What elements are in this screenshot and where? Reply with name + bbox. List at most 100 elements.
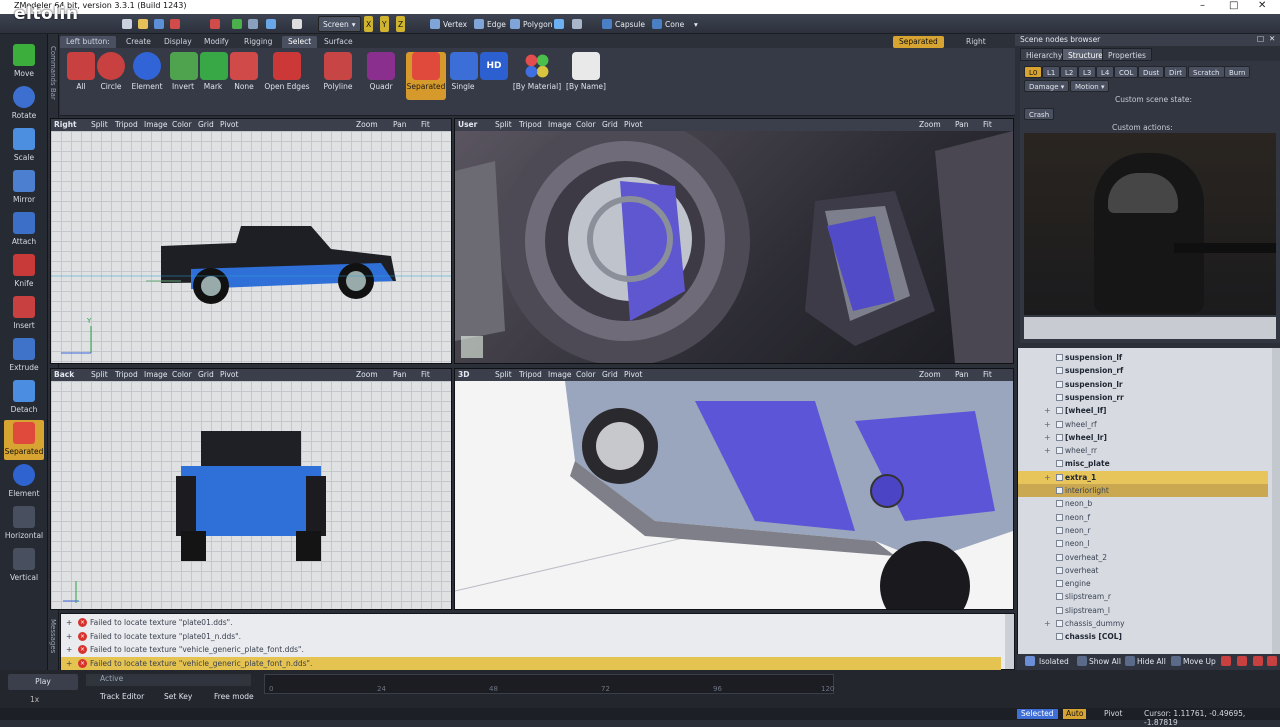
scratch-button[interactable]: Scratch bbox=[1188, 66, 1225, 78]
tree-node[interactable]: + wheel_rf bbox=[1018, 418, 1268, 431]
tab-surface[interactable]: Surface bbox=[318, 36, 359, 48]
dirt-button[interactable]: Dirt bbox=[1164, 66, 1187, 78]
fit-button[interactable]: Fit bbox=[421, 120, 430, 129]
maximize-icon[interactable]: □ bbox=[1229, 0, 1238, 11]
track-editor-button[interactable]: Track Editor bbox=[86, 692, 144, 701]
hd-button[interactable]: HD bbox=[480, 52, 508, 100]
hide-all-icon[interactable] bbox=[1125, 656, 1135, 666]
motion-dropdown[interactable]: Motion ▾ bbox=[1070, 80, 1110, 92]
tree-node[interactable]: misc_plate bbox=[1018, 457, 1268, 470]
menu-split[interactable]: Split bbox=[495, 120, 512, 129]
burn-button[interactable]: Burn bbox=[1224, 66, 1251, 78]
visibility-checkbox[interactable] bbox=[1056, 433, 1063, 441]
lod-l2-button[interactable]: L2 bbox=[1060, 66, 1079, 78]
tree-node[interactable]: + [wheel_lf] bbox=[1018, 404, 1268, 417]
visibility-checkbox[interactable] bbox=[1056, 487, 1063, 494]
menu-grid[interactable]: Grid bbox=[602, 120, 618, 129]
active-field[interactable]: Active bbox=[86, 674, 251, 686]
knife-tool[interactable]: Knife bbox=[4, 252, 44, 292]
lod-l3-button[interactable]: L3 bbox=[1078, 66, 1097, 78]
tree-node[interactable]: + extra_1 bbox=[1018, 470, 1268, 484]
visibility-checkbox[interactable] bbox=[1056, 407, 1063, 415]
menu-split[interactable]: Split bbox=[91, 370, 108, 379]
expand-icon[interactable]: + bbox=[1044, 444, 1051, 457]
select-none-button[interactable]: None bbox=[230, 52, 258, 100]
tree-node[interactable]: slipstream_l bbox=[1018, 604, 1268, 617]
selected-mode[interactable]: Selected bbox=[1017, 709, 1058, 719]
menu-pivot[interactable]: Pivot bbox=[624, 120, 642, 129]
cone-button[interactable]: Cone bbox=[648, 16, 688, 32]
tool-icon[interactable] bbox=[262, 16, 280, 32]
visibility-checkbox[interactable] bbox=[1056, 500, 1063, 508]
menu-image[interactable]: Image bbox=[144, 370, 168, 379]
visibility-checkbox[interactable] bbox=[1056, 367, 1063, 375]
tree-node[interactable]: overheat bbox=[1018, 564, 1268, 577]
menu-split[interactable]: Split bbox=[495, 370, 512, 379]
speed-dropdown[interactable]: 1x bbox=[30, 695, 39, 704]
fit-button[interactable]: Fit bbox=[983, 120, 992, 129]
tree-action-icon[interactable] bbox=[1237, 656, 1247, 666]
dropdown-arrow-icon[interactable]: ▾ bbox=[690, 16, 702, 32]
close-icon[interactable]: ✕ bbox=[1258, 0, 1266, 11]
menu-tripod[interactable]: Tripod bbox=[519, 370, 542, 379]
menu-tripod[interactable]: Tripod bbox=[115, 370, 138, 379]
tree-node[interactable]: interiorlight bbox=[1018, 484, 1268, 497]
settings-icon[interactable] bbox=[244, 16, 262, 32]
tree-action-icon[interactable] bbox=[1221, 656, 1231, 666]
tree-node[interactable]: + wheel_rr bbox=[1018, 444, 1268, 457]
tree-action-icon[interactable] bbox=[1267, 656, 1277, 666]
lod-l4-button[interactable]: L4 bbox=[1096, 66, 1115, 78]
select-invert-button[interactable]: Invert bbox=[170, 52, 198, 100]
menu-split[interactable]: Split bbox=[91, 120, 108, 129]
visibility-checkbox[interactable] bbox=[1056, 540, 1063, 548]
separated-tool[interactable]: Separated bbox=[4, 420, 44, 460]
select-polyline-button[interactable]: Polyline bbox=[320, 52, 356, 100]
fit-button[interactable]: Fit bbox=[421, 370, 430, 379]
select-mark-button[interactable]: Mark bbox=[200, 52, 228, 100]
viewport-canvas[interactable]: Y bbox=[51, 131, 451, 363]
log-entry[interactable]: + × Failed to locate texture "plate01.dds"… bbox=[61, 616, 1001, 629]
visibility-checkbox[interactable] bbox=[1056, 593, 1063, 601]
menu-tripod[interactable]: Tripod bbox=[115, 120, 138, 129]
mesh-mode-icon[interactable] bbox=[568, 16, 586, 32]
select-circle-button[interactable]: Circle bbox=[97, 52, 125, 100]
tree-node[interactable]: neon_l bbox=[1018, 537, 1268, 550]
axis-y-toggle[interactable]: Y bbox=[380, 16, 389, 32]
hide-all-button[interactable]: Hide All bbox=[1137, 657, 1166, 666]
viewport-user[interactable]: User Split Tripod Image Color Grid Pivot… bbox=[454, 118, 1014, 364]
screen-dropdown[interactable]: Screen ▾ bbox=[318, 16, 361, 32]
isolated-button[interactable]: Isolated bbox=[1039, 657, 1069, 666]
tree-action-icon[interactable] bbox=[1253, 656, 1263, 666]
zoom-button[interactable]: Zoom bbox=[356, 120, 378, 129]
insert-tool[interactable]: Insert bbox=[4, 294, 44, 334]
panel-pin-icon[interactable]: □ bbox=[1257, 34, 1264, 43]
visibility-checkbox[interactable] bbox=[1056, 606, 1063, 614]
expand-icon[interactable]: + bbox=[66, 616, 72, 629]
element-tool[interactable]: Element bbox=[4, 462, 44, 502]
expand-icon[interactable]: + bbox=[66, 657, 72, 670]
select-open-edges-button[interactable]: Open Edges bbox=[262, 52, 312, 100]
auto-toggle[interactable]: Auto bbox=[1063, 709, 1087, 719]
menu-pivot[interactable]: Pivot bbox=[220, 120, 238, 129]
panel-close-icon[interactable]: ✕ bbox=[1269, 34, 1275, 43]
horizontal-tool[interactable]: Horizontal bbox=[4, 504, 44, 544]
pan-button[interactable]: Pan bbox=[955, 370, 969, 379]
expand-icon[interactable]: + bbox=[66, 643, 72, 656]
scale-tool[interactable]: Scale bbox=[4, 126, 44, 166]
log-entry[interactable]: + × Failed to locate texture "plate01_n.dd… bbox=[61, 630, 1001, 643]
tab-create[interactable]: Create bbox=[120, 36, 157, 48]
menu-color[interactable]: Color bbox=[576, 370, 596, 379]
viewport-canvas[interactable] bbox=[455, 381, 1013, 609]
set-key-button[interactable]: Set Key bbox=[150, 692, 192, 701]
menu-grid[interactable]: Grid bbox=[198, 120, 214, 129]
tree-node[interactable]: suspension_lr bbox=[1018, 378, 1268, 391]
visibility-checkbox[interactable] bbox=[1056, 513, 1063, 521]
viewport-name[interactable]: User bbox=[458, 120, 477, 129]
viewport-3d[interactable]: 3D Split Tripod Image Color Grid Pivot Z… bbox=[454, 368, 1014, 610]
visibility-checkbox[interactable] bbox=[1056, 580, 1063, 588]
vertical-tool[interactable]: Vertical bbox=[4, 546, 44, 586]
menu-grid[interactable]: Grid bbox=[198, 370, 214, 379]
free-mode-button[interactable]: Free mode bbox=[200, 692, 254, 701]
viewport-right[interactable]: Right Split Tripod Image Color Grid Pivo… bbox=[50, 118, 452, 364]
extrude-tool[interactable]: Extrude bbox=[4, 336, 44, 376]
